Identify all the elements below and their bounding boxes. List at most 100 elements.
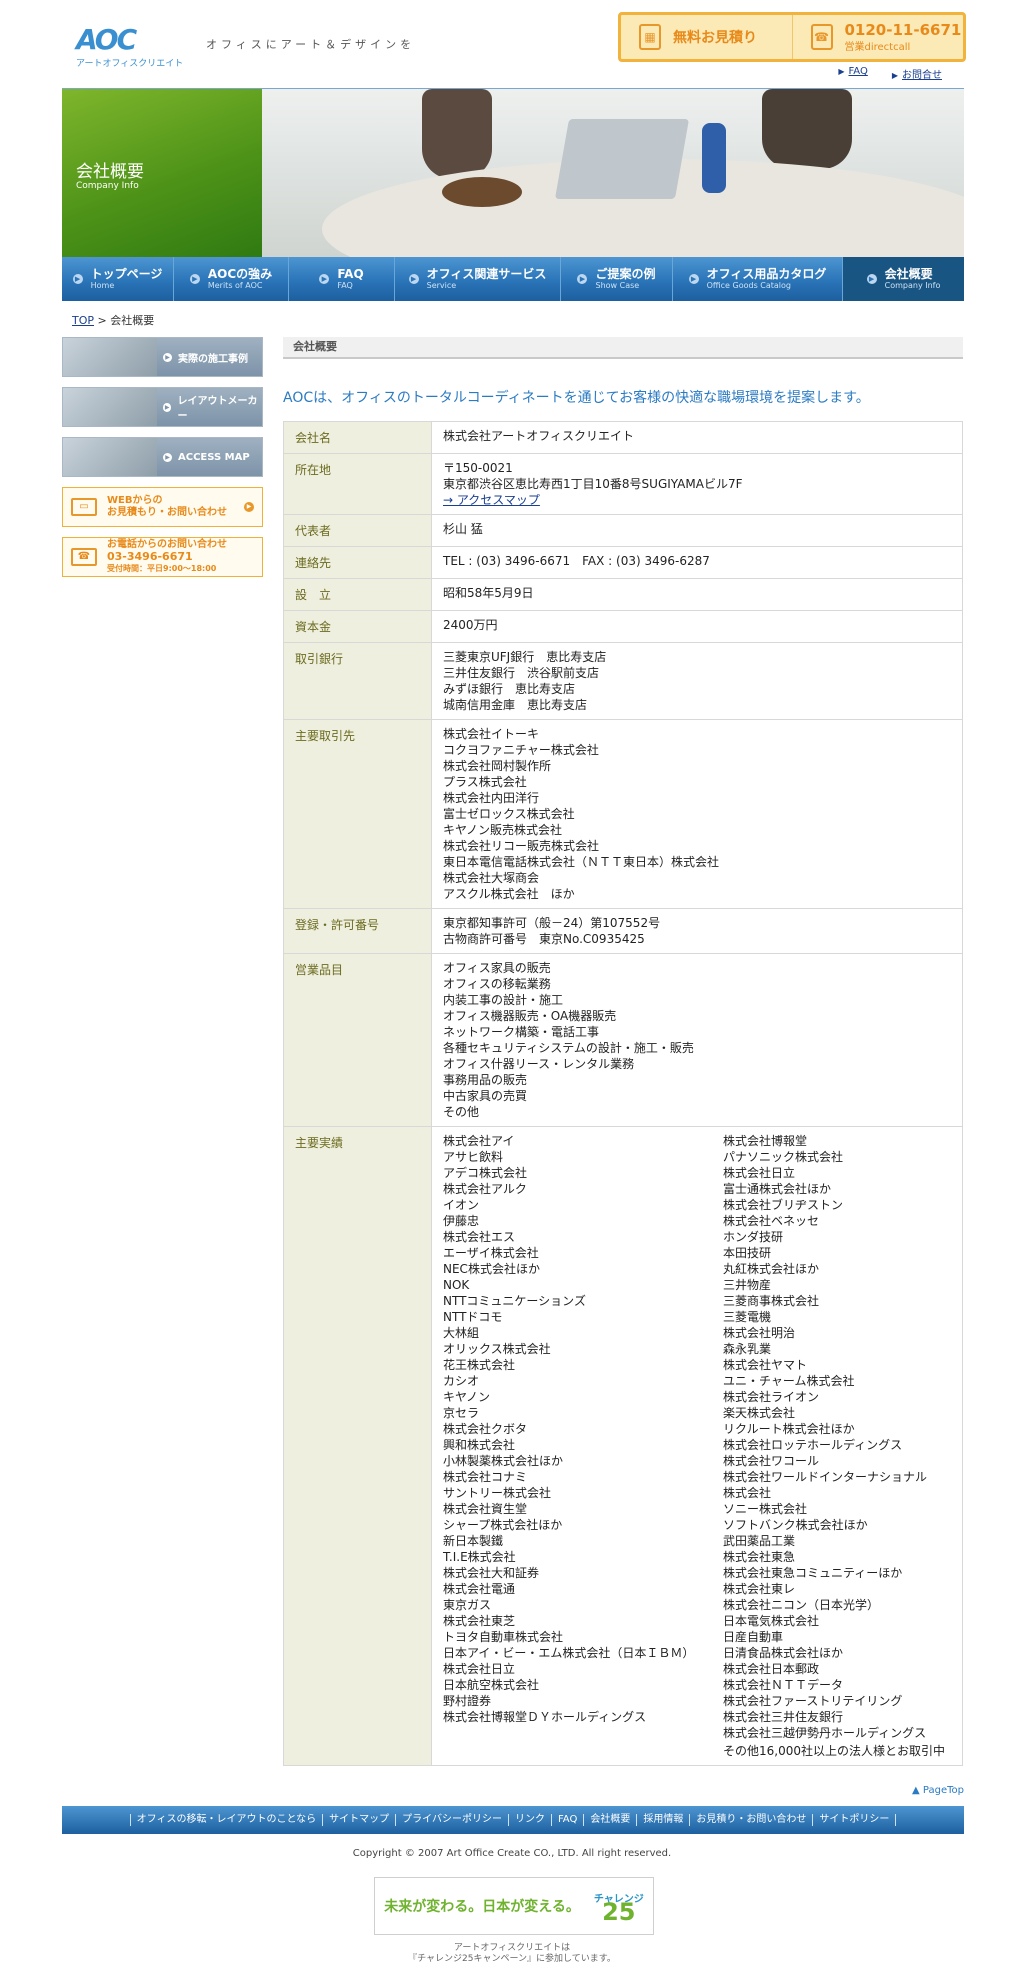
footer-link[interactable]: 採用情報 [636, 1814, 689, 1826]
phone-number: 0120-11-6671 [844, 20, 962, 39]
row-label: 登録・許可番号 [283, 908, 432, 954]
client-name: 株式会社ファーストリテイリング [723, 1694, 903, 1708]
row-value-line: キヤノン販売株式会社 [443, 823, 563, 837]
nav-service[interactable]: ▶ オフィス関連サービス Service [395, 257, 561, 301]
footer-link[interactable]: サイトポリシー [812, 1814, 897, 1826]
arrow-icon: ▶ [163, 452, 172, 462]
client-name: パナソニック株式会社 [723, 1150, 844, 1164]
client-name: シャープ株式会社ほか [443, 1518, 563, 1532]
row-label: 設 立 [283, 578, 432, 611]
client-name: 日清食品株式会社ほか [723, 1646, 844, 1660]
client-name: 株式会社明治 [723, 1326, 796, 1340]
breadcrumb-top-link[interactable]: TOP [72, 314, 94, 327]
aoc-logo[interactable]: AOC アートオフィスクリエイト [76, 26, 186, 72]
sidebar-showcase-button[interactable]: ▶ 実際の施工事例 [62, 337, 263, 377]
row-label: 取引銀行 [283, 642, 432, 720]
arrow-icon: ▶ [838, 67, 845, 76]
sidebar-button-label: 実際の施工事例 [178, 353, 248, 365]
row-label: 所在地 [283, 453, 432, 515]
sidebar-layout-maker-button[interactable]: ▶ レイアウトメーカー [62, 387, 263, 427]
nav-en-label: Home [90, 280, 115, 290]
contact-link[interactable]: お問合せ [902, 70, 942, 81]
table-row: 取引銀行 三菱東京UFJ銀行 恵比寿支店 三井住友銀行 渋谷駅前支店 みずほ銀行 恵比… [283, 642, 963, 720]
client-name: キヤノン [443, 1390, 491, 1404]
client-name: 日本アイ・ビー・エム株式会社（日本ＩＢＭ） [443, 1646, 695, 1660]
table-row: 営業品目 オフィス家具の販売 オフィスの移転業務 内装工事の設計・施工 オフィス機器販売… [283, 953, 963, 1127]
row-value-line: 株式会社岡村製作所 [443, 759, 552, 773]
row-value-line: 株式会社アートオフィスクリエイト [443, 429, 635, 443]
phone-cta[interactable]: ☎ 0120-11-6671 営業directcall [791, 15, 964, 59]
footer-link[interactable]: プライバシーポリシー [395, 1814, 508, 1826]
client-name: 興和株式会社 [443, 1438, 516, 1452]
table-row: 会社名 株式会社アートオフィスクリエイト [283, 421, 963, 454]
client-name: NTTコミュニケーションズ [443, 1294, 586, 1308]
row-label: 営業品目 [283, 953, 432, 1127]
client-name: アデコ株式会社 [443, 1166, 528, 1180]
breadcrumb-separator: > [97, 314, 107, 327]
nav-company[interactable]: ▶ 会社概要 Company Info [843, 257, 964, 301]
client-name: 野村證券 [443, 1694, 492, 1708]
nav-arrow-icon: ▶ [577, 274, 588, 284]
footer-link[interactable]: お見積り・お問い合わせ [689, 1814, 812, 1826]
nav-home[interactable]: ▶ トップページ Home [62, 257, 174, 301]
nav-label: FAQ [337, 266, 364, 281]
row-value-line: 富士ゼロックス株式会社 [443, 807, 575, 821]
client-name: 株式会社ワールドインターナショナル [723, 1470, 928, 1484]
web-contact-button[interactable]: ▭ WEBからの お見積もり・お問い合わせ ▶ [62, 487, 263, 527]
challenge25-banner[interactable]: 未来が変わる。日本が変える。 チャレンジ 25 [374, 1877, 654, 1935]
footer-link[interactable]: FAQ [550, 1814, 583, 1826]
client-name: トヨタ自動車株式会社 [443, 1630, 564, 1644]
client-name: 株式会社日立 [723, 1166, 796, 1180]
pagetop-label: PageTop [922, 1785, 964, 1796]
row-value-line: 株式会社リコー販売株式会社 [443, 839, 600, 853]
nav-en-label: Show Case [595, 280, 640, 290]
client-name: 株式会社コナミ [443, 1470, 528, 1484]
arrow-icon: ▶ [163, 352, 172, 362]
footer-link[interactable]: 会社概要 [583, 1814, 636, 1826]
row-value-line: 三井住友銀行 渋谷駅前支店 [443, 666, 600, 680]
access-map-link[interactable]: → アクセスマップ [443, 492, 951, 508]
client-name: 武田薬品工業 [723, 1534, 796, 1548]
row-value-line: TEL : (03) 3496-6671 FAX : (03) 3496-628… [443, 554, 710, 568]
client-name: 三菱商事株式会社 [723, 1294, 820, 1308]
client-name: NEC株式会社ほか [443, 1262, 540, 1276]
client-name: ホンダ技研 [723, 1230, 784, 1244]
nav-showcase[interactable]: ▶ ご提案の例 Show Case [561, 257, 673, 301]
sidebar-access-map-button[interactable]: ▶ ACCESS MAP [62, 437, 263, 477]
client-name: 株式会社アルク [443, 1182, 527, 1196]
nav-arrow-icon: ▶ [319, 274, 330, 284]
row-value-line: 株式会社イトーキ [443, 727, 540, 741]
client-name: 日産自動車 [723, 1630, 784, 1644]
row-value-line: 中古家具の売買 [443, 1089, 528, 1103]
nav-label: 会社概要 [884, 266, 933, 281]
nav-catalog[interactable]: ▶ オフィス用品カタログ Office Goods Catalog [673, 257, 843, 301]
client-name: 株式会社 [723, 1486, 772, 1500]
phone-note: 営業directcall [844, 41, 911, 53]
free-estimate-button[interactable]: ▦ 無料お見積り [621, 15, 792, 59]
clients-column-2: 株式会社博報堂 パナソニック株式会社 株式会社日立 富士通株式会社ほか 株式会社ブリヂス… [723, 1133, 951, 1759]
bottle-shape [702, 123, 726, 193]
layout-thumbnail [63, 388, 157, 426]
pagetop-link[interactable]: ▲ PageTop [912, 1785, 964, 1796]
client-name: 小林製薬株式会社ほか [443, 1454, 564, 1468]
client-name: 株式会社東芝 [443, 1614, 516, 1628]
phone-contact-box[interactable]: ☎ お電話からのお問い合わせ 03-3496-6671 受付時間：平日9:00〜18… [62, 537, 263, 577]
phone-icon: ☎ [71, 548, 97, 566]
footer-link[interactable]: リンク [507, 1814, 551, 1826]
client-name: 森永乳業 [723, 1342, 772, 1356]
footer-link[interactable]: サイトマップ [322, 1814, 395, 1826]
row-value-line: ネットワーク構築・電話工事 [443, 1025, 600, 1039]
chair-shape [762, 89, 852, 169]
client-name: 株式会社博報堂 [723, 1134, 808, 1148]
table-row: 登録・許可番号 東京都知事許可（般－24）第107552号 古物商許可番号 東京No… [283, 908, 963, 954]
breadcrumb: TOP > 会社概要 [72, 312, 154, 328]
top-links: ▶ FAQ ▶ お問合せ [838, 66, 942, 81]
nav-merits[interactable]: ▶ AOCの強み Merits of AOC [174, 257, 289, 301]
hero-banner: 会社概要 Company Info [62, 88, 964, 257]
footer-link[interactable]: オフィスの移転・レイアウトのことなら [129, 1814, 323, 1826]
table-row: 連絡先 TEL : (03) 3496-6671 FAX : (03) 3496-… [283, 546, 963, 579]
faq-link[interactable]: FAQ [848, 66, 867, 77]
nav-faq[interactable]: ▶ FAQ FAQ [289, 257, 395, 301]
row-value-line: プラス株式会社 [443, 775, 527, 789]
plate-shape [442, 177, 522, 207]
